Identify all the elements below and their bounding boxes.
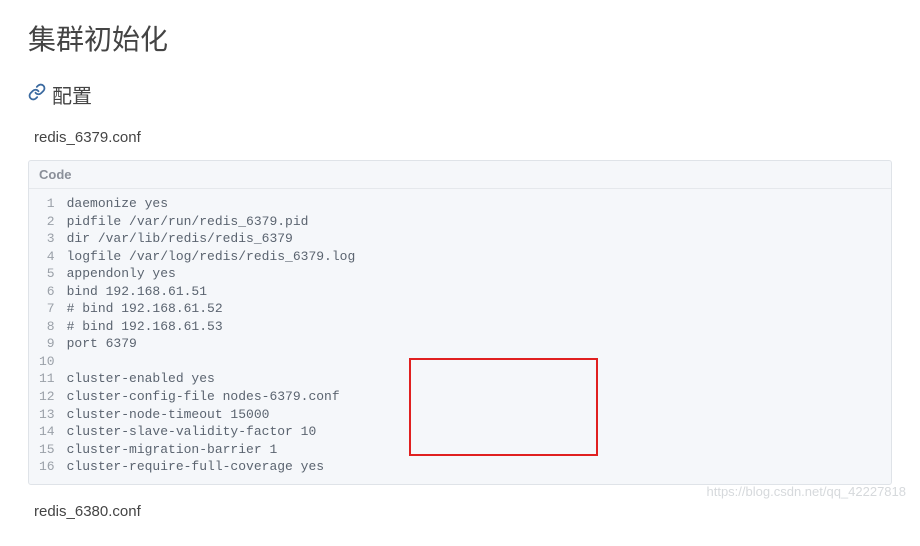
line-content: port 6379 — [67, 335, 891, 353]
line-number: 15 — [29, 441, 67, 459]
code-header: Code — [29, 161, 891, 189]
code-line: 12cluster-config-file nodes-6379.conf — [29, 388, 891, 406]
line-number: 5 — [29, 265, 67, 283]
line-content: cluster-require-full-coverage yes — [67, 458, 891, 484]
line-content: pidfile /var/run/redis_6379.pid — [67, 213, 891, 231]
line-number: 3 — [29, 230, 67, 248]
line-number: 11 — [29, 370, 67, 388]
code-line: 2pidfile /var/run/redis_6379.pid — [29, 213, 891, 231]
line-number: 4 — [29, 248, 67, 266]
line-content: cluster-node-timeout 15000 — [67, 406, 891, 424]
line-content: appendonly yes — [67, 265, 891, 283]
line-content: # bind 192.168.61.53 — [67, 318, 891, 336]
filename-1: redis_6379.conf — [34, 129, 892, 146]
code-line: 8# bind 192.168.61.53 — [29, 318, 891, 336]
line-number: 8 — [29, 318, 67, 336]
code-table: 1daemonize yes2pidfile /var/run/redis_63… — [29, 189, 891, 484]
code-line: 5appendonly yes — [29, 265, 891, 283]
section-heading: 配置 — [28, 80, 892, 109]
line-number: 12 — [29, 388, 67, 406]
line-number: 14 — [29, 423, 67, 441]
code-line: 14cluster-slave-validity-factor 10 — [29, 423, 891, 441]
line-content: cluster-migration-barrier 1 — [67, 441, 891, 459]
code-line: 7# bind 192.168.61.52 — [29, 300, 891, 318]
line-number: 2 — [29, 213, 67, 231]
code-line: 1daemonize yes — [29, 189, 891, 213]
line-number: 1 — [29, 189, 67, 213]
line-number: 16 — [29, 458, 67, 484]
code-line: 10 — [29, 353, 891, 371]
code-line: 11cluster-enabled yes — [29, 370, 891, 388]
line-content: logfile /var/log/redis/redis_6379.log — [67, 248, 891, 266]
link-icon[interactable] — [28, 83, 46, 106]
line-content: cluster-slave-validity-factor 10 — [67, 423, 891, 441]
line-content — [67, 353, 891, 371]
code-block: Code 1daemonize yes2pidfile /var/run/red… — [28, 160, 892, 485]
line-content: cluster-config-file nodes-6379.conf — [67, 388, 891, 406]
code-line: 9port 6379 — [29, 335, 891, 353]
code-line: 16cluster-require-full-coverage yes — [29, 458, 891, 484]
line-content: bind 192.168.61.51 — [67, 283, 891, 301]
code-line: 3dir /var/lib/redis/redis_6379 — [29, 230, 891, 248]
line-number: 7 — [29, 300, 67, 318]
filename-2: redis_6380.conf — [34, 503, 892, 520]
line-content: # bind 192.168.61.52 — [67, 300, 891, 318]
code-line: 6bind 192.168.61.51 — [29, 283, 891, 301]
section-heading-text: 配置 — [52, 80, 92, 109]
line-content: daemonize yes — [67, 189, 891, 213]
code-line: 15cluster-migration-barrier 1 — [29, 441, 891, 459]
code-line: 4logfile /var/log/redis/redis_6379.log — [29, 248, 891, 266]
line-number: 10 — [29, 353, 67, 371]
line-number: 13 — [29, 406, 67, 424]
watermark: https://blog.csdn.net/qq_42227818 — [707, 484, 907, 499]
line-number: 6 — [29, 283, 67, 301]
code-line: 13cluster-node-timeout 15000 — [29, 406, 891, 424]
line-content: dir /var/lib/redis/redis_6379 — [67, 230, 891, 248]
page-title: 集群初始化 — [28, 18, 892, 58]
line-number: 9 — [29, 335, 67, 353]
line-content: cluster-enabled yes — [67, 370, 891, 388]
